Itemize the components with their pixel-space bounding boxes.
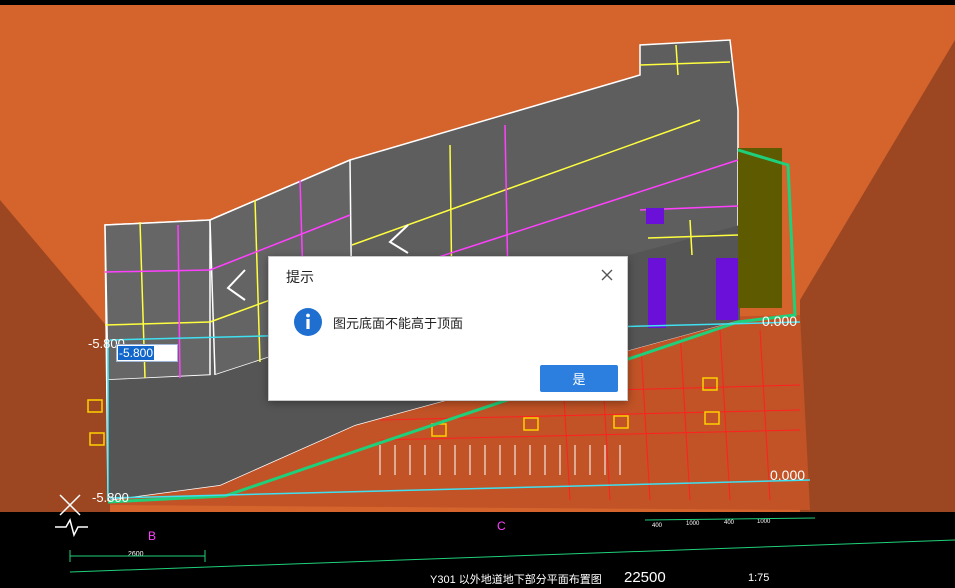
- axis-label-b: B: [148, 529, 156, 543]
- axis-label-c: C: [497, 519, 506, 533]
- purple-post-3: [646, 208, 664, 224]
- elevation-input-value: -5.800: [118, 346, 155, 360]
- purple-post-2: [716, 258, 738, 320]
- alert-dialog: 提示 图元底面不能高于顶面 是: [268, 256, 628, 401]
- info-icon: [294, 308, 322, 336]
- elev-label-left-bottom: -5.800: [92, 490, 129, 505]
- dim-22500: 22500: [624, 569, 666, 584]
- scale-label: 1:75: [748, 572, 769, 584]
- elev-label-right-bottom: 0.000: [770, 467, 805, 483]
- dialog-title: 提示: [286, 270, 314, 286]
- close-icon[interactable]: [597, 265, 617, 285]
- dim-400: 400: [652, 523, 663, 529]
- drawing-title: Y301 以外地道地下部分平面布置图: [430, 572, 602, 584]
- purple-post-1: [648, 258, 666, 328]
- dim-1000b: 1000: [757, 519, 771, 525]
- elev-label-right-top: 0.000: [762, 313, 797, 329]
- dialog-message: 图元底面不能高于顶面: [333, 317, 464, 332]
- dim-1000: 1000: [686, 521, 700, 527]
- yes-button[interactable]: 是: [540, 365, 618, 392]
- elevation-input[interactable]: -5.800: [116, 344, 178, 362]
- dim-2600: 2600: [128, 551, 144, 558]
- olive-block: [738, 148, 782, 308]
- dim-400b: 400: [724, 520, 735, 526]
